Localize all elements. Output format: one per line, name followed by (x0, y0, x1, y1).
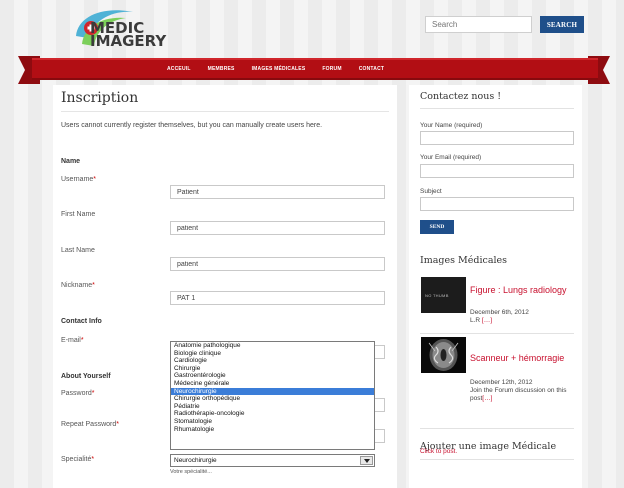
required-mark: * (92, 282, 95, 289)
speciality-option[interactable]: Gastroentérologie (171, 372, 374, 380)
chevron-down-icon[interactable] (360, 456, 373, 465)
speciality-option[interactable]: Chirurgie (171, 365, 374, 373)
registration-notice: Users cannot currently register themselv… (61, 122, 323, 129)
speciality-option[interactable]: Biologie clinique (171, 350, 374, 358)
last-name-input[interactable] (170, 257, 385, 271)
nav-item-contact[interactable]: CONTACT (359, 66, 384, 72)
post-title-link[interactable]: Scanneur + hémorragie (470, 354, 564, 363)
nickname-label: Nickname* (61, 282, 95, 289)
speciality-option[interactable]: Rhumatologie (171, 426, 374, 434)
nickname-label-text: Nickname (61, 282, 93, 289)
repeat-password-label: Repeat Password* (61, 421, 119, 428)
post-excerpt: L.R […] (470, 317, 529, 325)
search-input[interactable] (425, 16, 532, 33)
password-label: Password* (61, 390, 94, 397)
page-title: Inscription (61, 90, 139, 106)
post-divider (420, 333, 574, 334)
username-input[interactable] (170, 185, 385, 199)
speciality-label-text: Specialité (61, 456, 92, 463)
post-meta: December 6th, 2012 L.R […] (470, 309, 529, 325)
sidebar: Contactez nous ! Your Name (required) Yo… (409, 85, 582, 488)
nickname-input[interactable] (170, 291, 385, 305)
read-more-link[interactable]: […] (482, 395, 492, 402)
click-to-post-link[interactable]: Click to post. (420, 448, 457, 455)
your-name-input[interactable] (420, 131, 574, 145)
required-mark: * (116, 421, 119, 428)
registration-panel: Inscription Users cannot currently regis… (53, 85, 397, 488)
repeat-password-label-text: Repeat Password (61, 421, 117, 428)
search-button[interactable]: SEARCH (540, 16, 584, 33)
speciality-option-selected[interactable]: Neurochirurgie (171, 387, 374, 396)
speciality-option[interactable]: Pédiatrie (171, 403, 374, 411)
speciality-label: Specialité* (61, 456, 94, 463)
nav-item-images-medicales[interactable]: IMAGES MÉDICALES (252, 66, 306, 72)
subject-input[interactable] (420, 197, 574, 211)
last-name-label: Last Name (61, 247, 95, 254)
your-email-label: Your Email (required) (420, 154, 482, 161)
nav-item-acceuil[interactable]: ACCEUIL (167, 66, 191, 72)
section-divider (420, 428, 574, 429)
your-email-input[interactable] (420, 164, 574, 178)
speciality-hint: Votre spécialité... (170, 469, 212, 475)
your-name-label: Your Name (required) (420, 122, 483, 129)
required-mark: * (80, 337, 84, 344)
logo-line-2: IMAGERY (90, 32, 167, 50)
username-label: Username* (61, 176, 96, 183)
email-label-text: E-mail (61, 337, 81, 344)
images-title: Images Médicales (420, 255, 508, 266)
post-date: December 6th, 2012 (470, 309, 529, 316)
nav-item-forum[interactable]: FORUM (322, 66, 341, 72)
post-thumbnail[interactable]: NO THUMB (421, 277, 466, 313)
email-label: E-mail* (61, 337, 84, 344)
section-contact-heading: Contact Info (61, 318, 102, 325)
post-date: December 12th, 2012 (470, 379, 533, 386)
required-mark: * (91, 456, 95, 463)
first-name-label: First Name (61, 211, 96, 218)
password-label-text: Password (61, 390, 92, 397)
speciality-option[interactable]: Chirurgie orthopédique (171, 395, 374, 403)
speciality-select[interactable]: Neurochirurgie (170, 454, 375, 467)
speciality-option[interactable]: Cardiologie (171, 357, 374, 365)
post-meta: December 12th, 2012 Join the Forum discu… (470, 379, 582, 403)
required-mark: * (93, 176, 97, 183)
logo-text: MEDIC IMAGERY (90, 21, 167, 50)
post-title-link[interactable]: Figure : Lungs radiology (470, 286, 567, 295)
section-about-heading: About Yourself (61, 373, 111, 380)
thumb-placeholder-text: NO THUMB (425, 293, 449, 298)
read-more-link[interactable]: […] (482, 317, 492, 324)
section-name-heading: Name (61, 158, 81, 165)
username-label-text: Username (61, 176, 94, 183)
speciality-dropdown-list[interactable]: Anatomie pathologique Biologie clinique … (170, 341, 375, 450)
title-divider (61, 111, 389, 112)
mri-brain-thumbnail[interactable] (421, 337, 466, 373)
send-button[interactable]: SEND (420, 220, 454, 234)
required-mark: * (91, 390, 95, 397)
nav-item-membres[interactable]: MEMBRES (208, 66, 235, 72)
add-image-divider (420, 459, 574, 460)
contact-title: Contactez nous ! (420, 91, 502, 102)
post-excerpt-text: L.R (470, 317, 482, 324)
speciality-option[interactable]: Médecine générale (171, 380, 374, 388)
speciality-option[interactable]: Stomatologie (171, 418, 374, 426)
speciality-option[interactable]: Radiothérapie-oncologie (171, 410, 374, 418)
first-name-input[interactable] (170, 221, 385, 235)
post-excerpt: Join the Forum discussion on this post[…… (470, 387, 582, 403)
subject-label: Subject (420, 188, 442, 195)
speciality-selected-value: Neurochirurgie (174, 457, 217, 464)
main-nav: ACCEUIL MEMBRES IMAGES MÉDICALES FORUM C… (167, 66, 384, 72)
speciality-option[interactable]: Anatomie pathologique (171, 342, 374, 350)
contact-divider (420, 108, 574, 109)
